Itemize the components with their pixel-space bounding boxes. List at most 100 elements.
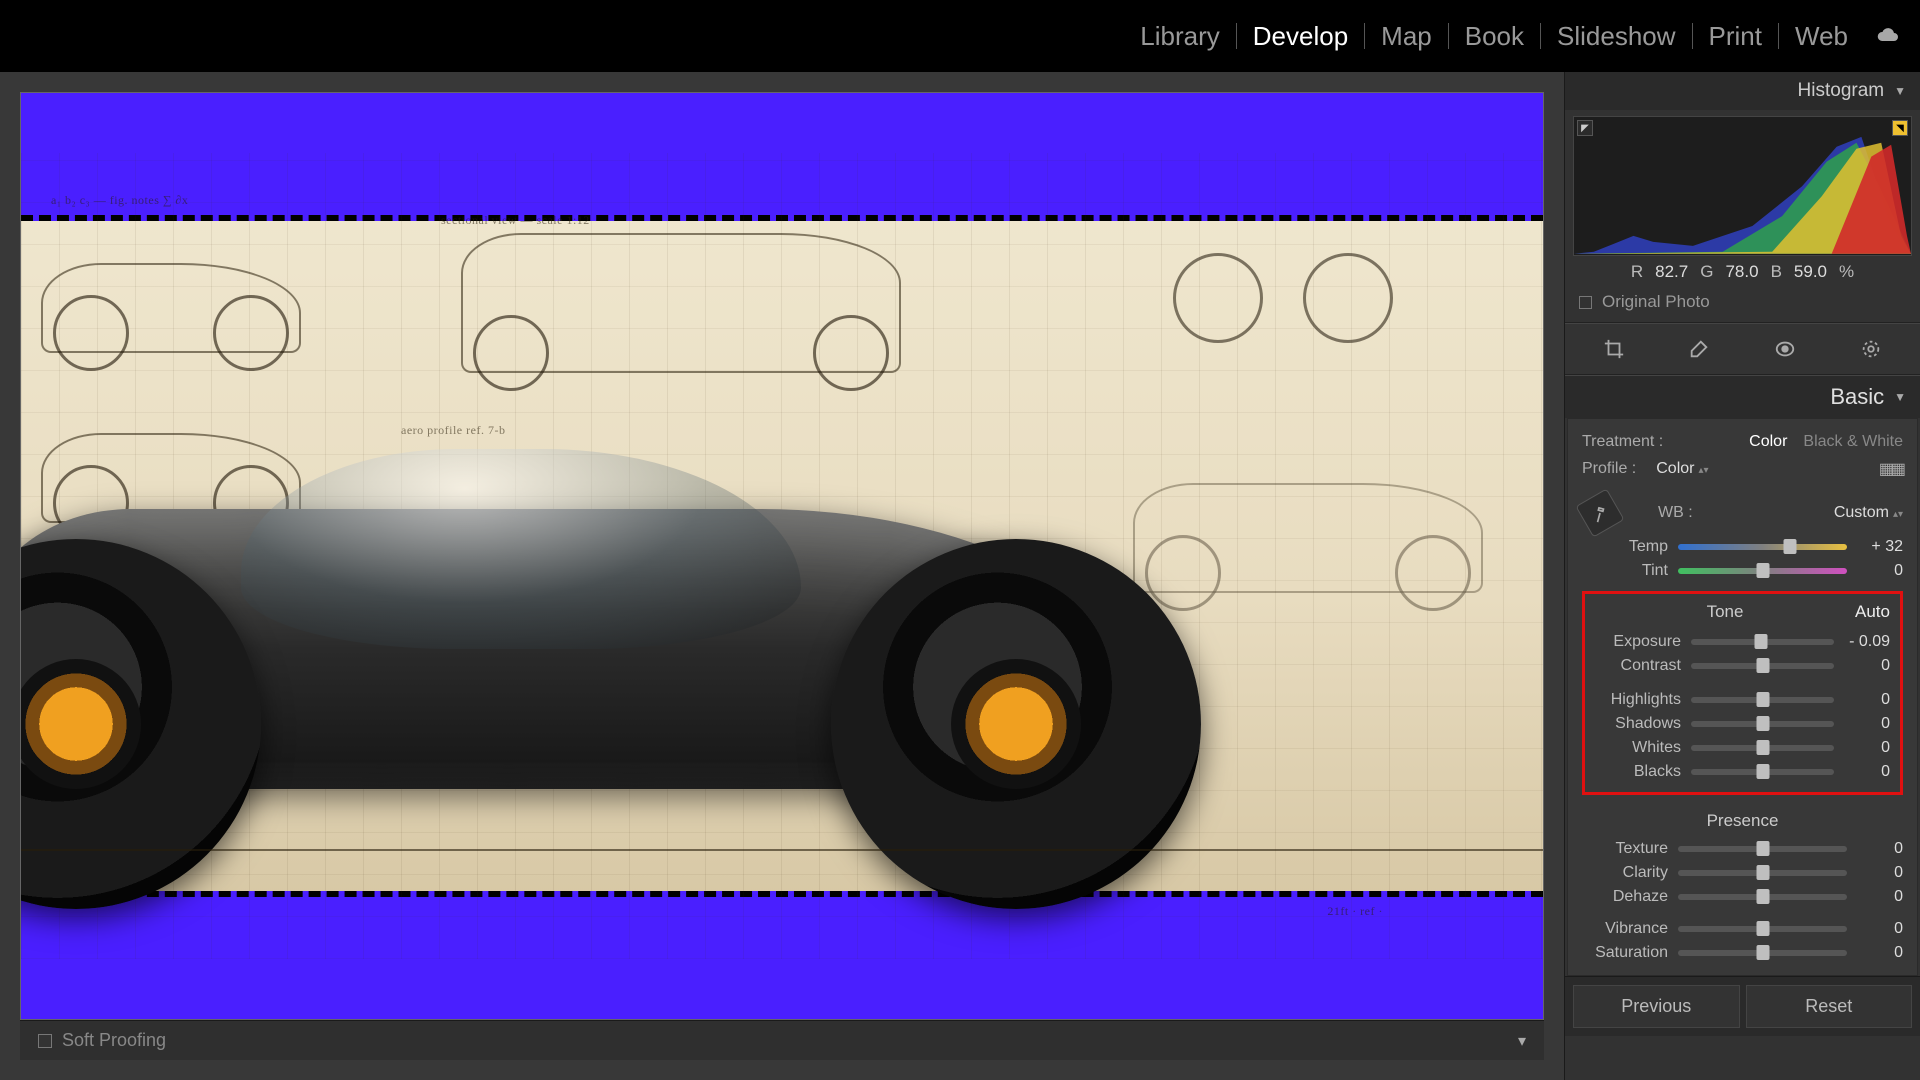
whites-slider[interactable] bbox=[1691, 745, 1834, 751]
rgb-readout: R 82.7 G 78.0 B 59.0 % bbox=[1565, 256, 1920, 286]
exposure-label: Exposure bbox=[1595, 633, 1681, 651]
dehaze-knob[interactable] bbox=[1756, 889, 1769, 904]
canvas-bottombar: Soft Proofing ▾ bbox=[20, 1020, 1544, 1060]
vibrance-value[interactable]: 0 bbox=[1857, 920, 1903, 938]
pct-label: % bbox=[1839, 262, 1854, 282]
nav-develop[interactable]: Develop bbox=[1237, 23, 1365, 49]
basic-header[interactable]: Basic ▼ bbox=[1565, 375, 1920, 418]
wb-dropdown[interactable]: Custom▴▾ bbox=[1834, 504, 1903, 522]
image-frame[interactable]: a₁ b₂ c₃ — fig. notes ∑ ∂x sectional vie… bbox=[20, 92, 1544, 1020]
whites-value[interactable]: 0 bbox=[1844, 739, 1890, 757]
contrast-value[interactable]: 0 bbox=[1844, 657, 1890, 675]
reset-button[interactable]: Reset bbox=[1746, 985, 1913, 1028]
nav-web[interactable]: Web bbox=[1779, 23, 1864, 49]
saturation-knob[interactable] bbox=[1756, 945, 1769, 960]
crop-icon[interactable] bbox=[1603, 338, 1625, 360]
module-nav: LibraryDevelopMapBookSlideshowPrintWeb bbox=[1124, 23, 1864, 49]
clarity-value[interactable]: 0 bbox=[1857, 864, 1903, 882]
treatment-color[interactable]: Color bbox=[1749, 433, 1787, 451]
vibrance-knob[interactable] bbox=[1756, 921, 1769, 936]
temp-value[interactable]: + 32 bbox=[1857, 538, 1903, 556]
clarity-label: Clarity bbox=[1582, 864, 1668, 882]
dehaze-slider-row: Dehaze 0 bbox=[1582, 885, 1903, 909]
vibrance-slider[interactable] bbox=[1678, 926, 1847, 932]
tone-section: Tone Auto Exposure - 0.09 Contrast 0 bbox=[1582, 591, 1903, 795]
shadows-value[interactable]: 0 bbox=[1844, 715, 1890, 733]
whites-knob[interactable] bbox=[1756, 740, 1769, 755]
texture-label: Texture bbox=[1582, 840, 1668, 858]
heal-icon[interactable] bbox=[1688, 338, 1710, 360]
highlights-knob[interactable] bbox=[1756, 692, 1769, 707]
g-label: G bbox=[1700, 262, 1713, 282]
exposure-slider[interactable] bbox=[1691, 639, 1834, 645]
tint-slider-row: Tint 0 bbox=[1582, 559, 1903, 583]
r-label: R bbox=[1631, 262, 1643, 282]
b-label: B bbox=[1771, 262, 1782, 282]
saturation-value[interactable]: 0 bbox=[1857, 944, 1903, 962]
nav-slideshow[interactable]: Slideshow bbox=[1541, 23, 1693, 49]
eyedropper-icon[interactable] bbox=[1575, 488, 1624, 537]
profile-dropdown[interactable]: Color▴▾ bbox=[1656, 460, 1708, 478]
shadows-knob[interactable] bbox=[1756, 716, 1769, 731]
temp-label: Temp bbox=[1582, 538, 1668, 556]
tool-strip bbox=[1565, 323, 1920, 375]
previous-button[interactable]: Previous bbox=[1573, 985, 1740, 1028]
soft-proofing-label: Soft Proofing bbox=[62, 1030, 166, 1051]
blacks-label: Blacks bbox=[1595, 763, 1681, 781]
histogram-header[interactable]: Histogram ▼ bbox=[1565, 72, 1920, 110]
mask-icon[interactable] bbox=[1773, 338, 1797, 360]
saturation-label: Saturation bbox=[1582, 944, 1668, 962]
dehaze-value[interactable]: 0 bbox=[1857, 888, 1903, 906]
clarity-slider[interactable] bbox=[1678, 870, 1847, 876]
nav-map[interactable]: Map bbox=[1365, 23, 1449, 49]
highlights-value[interactable]: 0 bbox=[1844, 691, 1890, 709]
exposure-value[interactable]: - 0.09 bbox=[1844, 633, 1890, 651]
original-photo-checkbox[interactable] bbox=[1579, 296, 1592, 309]
temp-knob[interactable] bbox=[1783, 539, 1796, 554]
contrast-slider[interactable] bbox=[1691, 663, 1834, 669]
blacks-slider[interactable] bbox=[1691, 769, 1834, 775]
tint-slider[interactable] bbox=[1678, 568, 1847, 574]
treatment-bw[interactable]: Black & White bbox=[1803, 433, 1903, 451]
whites-slider-row: Whites 0 bbox=[1595, 736, 1890, 760]
soft-proofing-checkbox[interactable] bbox=[38, 1034, 52, 1048]
texture-slider-row: Texture 0 bbox=[1582, 837, 1903, 861]
preview-image[interactable]: a₁ b₂ c₃ — fig. notes ∑ ∂x sectional vie… bbox=[21, 153, 1543, 959]
treatment-label: Treatment : bbox=[1582, 433, 1663, 451]
nav-print[interactable]: Print bbox=[1693, 23, 1779, 49]
profile-browser-icon[interactable]: ▦▦ bbox=[1879, 459, 1903, 479]
presence-title: Presence bbox=[1582, 803, 1903, 837]
saturation-slider[interactable] bbox=[1678, 950, 1847, 956]
dehaze-slider[interactable] bbox=[1678, 894, 1847, 900]
histogram-display[interactable]: ◤ ◥ bbox=[1573, 116, 1912, 256]
temp-slider[interactable] bbox=[1678, 544, 1847, 550]
cloud-sync-icon[interactable] bbox=[1876, 27, 1900, 45]
nav-book[interactable]: Book bbox=[1449, 23, 1541, 49]
top-nav-bar: LibraryDevelopMapBookSlideshowPrintWeb bbox=[0, 0, 1920, 72]
temp-slider-row: Temp + 32 bbox=[1582, 535, 1903, 559]
contrast-knob[interactable] bbox=[1756, 658, 1769, 673]
exposure-knob[interactable] bbox=[1755, 634, 1768, 649]
highlights-slider[interactable] bbox=[1691, 697, 1834, 703]
texture-knob[interactable] bbox=[1756, 841, 1769, 856]
expand-panel-icon[interactable]: ▾ bbox=[1518, 1031, 1526, 1051]
blacks-value[interactable]: 0 bbox=[1844, 763, 1890, 781]
right-panel: Histogram ▼ ◤ ◥ R 82.7 G 78.0 B 59.0 bbox=[1564, 72, 1920, 1080]
whites-label: Whites bbox=[1595, 739, 1681, 757]
texture-value[interactable]: 0 bbox=[1857, 840, 1903, 858]
highlights-slider-row: Highlights 0 bbox=[1595, 688, 1890, 712]
original-photo-label: Original Photo bbox=[1602, 292, 1710, 312]
tint-value[interactable]: 0 bbox=[1857, 562, 1903, 580]
redeye-icon[interactable] bbox=[1860, 338, 1882, 360]
tint-label: Tint bbox=[1582, 562, 1668, 580]
clarity-slider-row: Clarity 0 bbox=[1582, 861, 1903, 885]
tone-auto-button[interactable]: Auto bbox=[1855, 602, 1890, 622]
texture-slider[interactable] bbox=[1678, 846, 1847, 852]
blacks-knob[interactable] bbox=[1756, 764, 1769, 779]
tint-knob[interactable] bbox=[1756, 563, 1769, 578]
nav-library[interactable]: Library bbox=[1124, 23, 1236, 49]
clarity-knob[interactable] bbox=[1756, 865, 1769, 880]
profile-row: Profile : Color▴▾ ▦▦ bbox=[1582, 455, 1903, 483]
tone-title: Tone bbox=[1595, 602, 1855, 622]
shadows-slider[interactable] bbox=[1691, 721, 1834, 727]
